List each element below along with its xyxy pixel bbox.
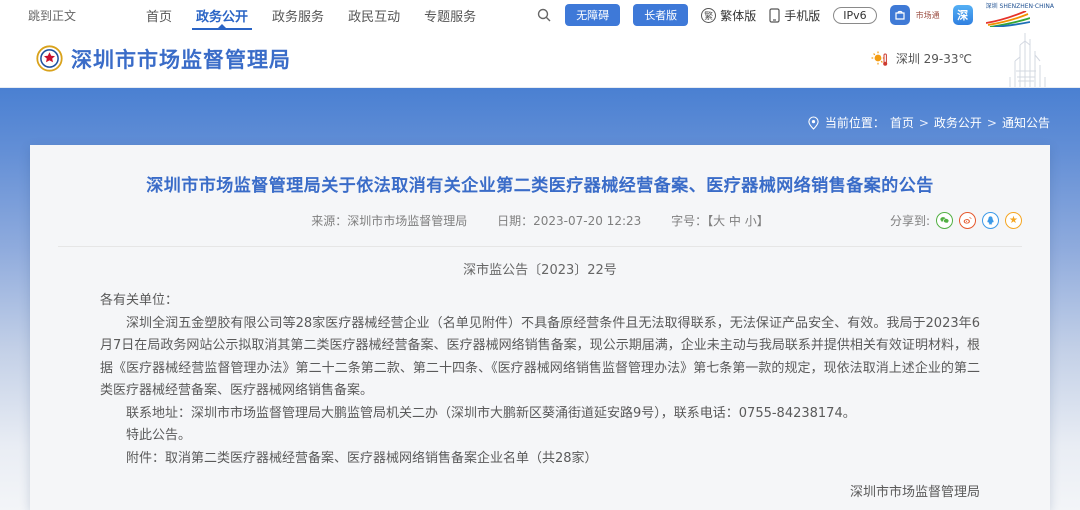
paragraph-attachment: 附件：取消第二类医疗器械经营备案、医疗器械网络销售备案企业名单（共28家） bbox=[100, 448, 980, 471]
article-card: 深圳市市场监督管理局关于依法取消有关企业第二类医疗器械经营备案、医疗器械网络销售… bbox=[30, 145, 1050, 510]
share-label: 分享到: bbox=[890, 212, 930, 229]
paragraph-main: 深圳全润五金塑胶有限公司等28家医疗器械经营企业（名单见附件）不具备原经营条件且… bbox=[100, 313, 980, 403]
breadcrumb-label: 当前位置： bbox=[825, 114, 885, 131]
market-app-label: 市场通 bbox=[916, 10, 940, 21]
meta-fontsize-label: 字号： bbox=[671, 214, 707, 228]
site-header: 深圳市市场监督管理局 深圳 29-33℃ bbox=[0, 30, 1080, 88]
elder-version-button[interactable]: 长者版 bbox=[633, 4, 688, 26]
site-title: 深圳市市场监督管理局 bbox=[71, 44, 291, 74]
article-title: 深圳市市场监督管理局关于依法取消有关企业第二类医疗器械经营备案、医疗器械网络销售… bbox=[30, 171, 1050, 196]
share-weibo-icon[interactable] bbox=[959, 212, 976, 229]
nav-item-gov-services[interactable]: 政务服务 bbox=[260, 0, 336, 30]
accessibility-button[interactable]: 无障碍 bbox=[565, 4, 620, 26]
weather-text: 深圳 29-33℃ bbox=[896, 50, 972, 67]
building-sketch bbox=[992, 31, 1058, 87]
signature-agency: 深圳市市场监督管理局 bbox=[100, 478, 980, 508]
breadcrumb-separator: > bbox=[919, 116, 929, 130]
meta-fontsize: 字号：【大 中 小】 bbox=[671, 214, 769, 228]
share-wechat-icon[interactable] bbox=[936, 212, 953, 229]
article-meta-row: 来源：深圳市市场监督管理局 日期：2023-07-20 12:23 字号：【大 … bbox=[30, 212, 1050, 232]
top-utility-bar: 跳到正文 首页 政务公开 政务服务 政民互动 专题服务 无障碍 长者版 繁 繁体… bbox=[0, 0, 1080, 30]
traditional-label: 繁体版 bbox=[720, 7, 756, 24]
paragraph-contact: 联系地址：深圳市市场监督管理局大鹏监管局机关二办（深圳市大鹏新区葵涌街道延安路9… bbox=[100, 403, 980, 426]
breadcrumb-notices[interactable]: 通知公告 bbox=[1002, 114, 1050, 131]
salutation: 各有关单位： bbox=[100, 290, 980, 313]
article-body: 各有关单位： 深圳全润五金塑胶有限公司等28家医疗器械经营企业（名单见附件）不具… bbox=[100, 290, 980, 510]
agency-emblem-icon bbox=[36, 45, 63, 72]
search-icon[interactable] bbox=[536, 7, 552, 23]
meta-source: 来源：深圳市市场监督管理局 bbox=[311, 214, 467, 228]
phone-icon bbox=[769, 8, 780, 23]
traditional-chinese-toggle[interactable]: 繁 繁体版 bbox=[701, 7, 756, 24]
share-favorite-star-icon[interactable]: ★ bbox=[1005, 212, 1022, 229]
market-app-link[interactable]: 市场通 bbox=[890, 5, 940, 25]
traditional-badge-icon: 繁 bbox=[701, 8, 716, 23]
skip-to-content-link[interactable]: 跳到正文 bbox=[28, 7, 76, 24]
paragraph-closing: 特此公告。 bbox=[100, 425, 980, 448]
ishenzhen-app-icon[interactable]: 深 bbox=[953, 5, 973, 25]
breadcrumb: 当前位置： 首页 > 政务公开 > 通知公告 bbox=[807, 114, 1050, 131]
meta-source-value: 深圳市市场监督管理局 bbox=[347, 214, 467, 228]
meta-date-label: 日期： bbox=[497, 214, 533, 228]
nav-item-interaction[interactable]: 政民互动 bbox=[336, 0, 412, 30]
city-logo-text: 深圳 SHENZHEN·CHINA bbox=[986, 4, 1054, 10]
meta-date: 日期：2023-07-20 12:23 bbox=[497, 214, 641, 228]
signature-block: 深圳市市场监督管理局 2023年7月18日 bbox=[100, 478, 980, 510]
meta-source-label: 来源： bbox=[311, 214, 347, 228]
market-app-icon bbox=[890, 5, 910, 25]
share-toolbar: 分享到: ★ bbox=[890, 212, 1022, 229]
mobile-label: 手机版 bbox=[784, 7, 820, 24]
shenzhen-city-logo: 深圳 SHENZHEN·CHINA bbox=[986, 4, 1054, 27]
nav-item-special-services[interactable]: 专题服务 bbox=[412, 0, 488, 30]
breadcrumb-gov-disclosure[interactable]: 政务公开 bbox=[934, 114, 982, 131]
topbar-tools: 无障碍 长者版 繁 繁体版 手机版 IPv6 市场通 深 深圳 SHENZHEN… bbox=[536, 4, 1054, 27]
main-nav: 首页 政务公开 政务服务 政民互动 专题服务 bbox=[134, 0, 488, 30]
meta-divider bbox=[58, 246, 1022, 247]
page-background-band: 当前位置： 首页 > 政务公开 > 通知公告 深圳市市场监督管理局关于依法取消有… bbox=[0, 88, 1080, 510]
meta-date-value: 2023-07-20 12:23 bbox=[533, 214, 641, 228]
breadcrumb-home[interactable]: 首页 bbox=[890, 114, 914, 131]
mobile-version-link[interactable]: 手机版 bbox=[769, 7, 820, 24]
document-number: 深市监公告〔2023〕22号 bbox=[30, 259, 1050, 278]
nav-item-home[interactable]: 首页 bbox=[134, 0, 184, 30]
font-size-controls[interactable]: 【大 中 小】 bbox=[707, 214, 769, 228]
ipv6-badge[interactable]: IPv6 bbox=[833, 7, 876, 24]
location-pin-icon bbox=[807, 116, 820, 130]
sun-thermometer-icon bbox=[871, 50, 889, 68]
weather-widget: 深圳 29-33℃ bbox=[871, 50, 972, 68]
nav-item-gov-disclosure[interactable]: 政务公开 bbox=[184, 0, 260, 30]
breadcrumb-separator: > bbox=[987, 116, 997, 130]
share-qq-icon[interactable] bbox=[982, 212, 999, 229]
site-brand[interactable]: 深圳市市场监督管理局 bbox=[36, 44, 291, 74]
city-logo-swoosh-icon bbox=[986, 11, 1030, 27]
